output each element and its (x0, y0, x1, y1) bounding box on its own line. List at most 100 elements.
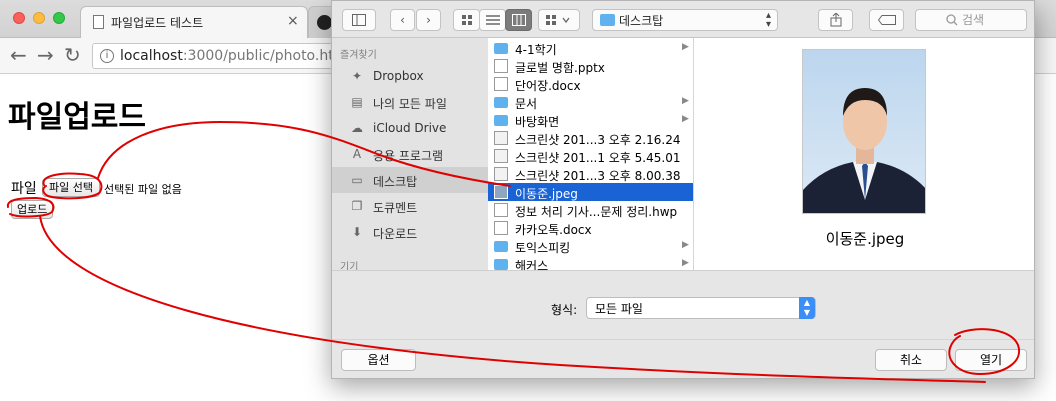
file-name: 단어장.docx (515, 79, 581, 93)
tag-icon (877, 15, 896, 25)
tab-close-icon[interactable]: × (287, 13, 299, 29)
list-item[interactable]: 스크린샷 201...3 오후 8.00.38 (488, 165, 693, 183)
download-icon: ⬇ (351, 225, 363, 239)
updown-arrow-icon: ▴ ▾ (765, 10, 771, 30)
location-popup[interactable]: 데스크탑 ▴ ▾ (592, 9, 778, 31)
format-select[interactable]: 모든 파일 ▲ ▼ (586, 297, 816, 319)
open-button[interactable]: 열기 (955, 349, 1027, 371)
list-item[interactable]: 스크린샷 201...3 오후 2.16.24 (488, 129, 693, 147)
choose-file-button[interactable]: 파일 선택 (42, 178, 100, 197)
dialog-bottom-bar: 형식: 모든 파일 ▲ ▼ 옵션 취소 열기 (332, 270, 1034, 378)
sidebar-item-label: 도큐멘트 (373, 201, 418, 215)
url-host: localhost (120, 48, 183, 64)
grid-icon (461, 15, 472, 25)
disclosure-arrow-icon: ▶ (682, 258, 689, 268)
disclosure-arrow-icon: ▶ (682, 42, 689, 52)
photo-preview (802, 49, 926, 214)
file-label: 파일 (11, 181, 37, 197)
minimize-window-button[interactable] (33, 12, 45, 24)
file-open-dialog: ‹ › 데스크탑 ▴ ▾ 검색 즐겨찾기 ✦ Dropbox ▤ 나의 모든 파… (331, 0, 1035, 379)
folder-icon (494, 241, 508, 252)
preview-pane: 이동준.jpeg (694, 38, 1034, 270)
sidebar-item-label: 응용 프로그램 (373, 149, 444, 163)
sidebar-item-downloads[interactable]: ⬇ 다운로드 (332, 219, 488, 245)
document-icon (494, 77, 508, 91)
dialog-sidebar: 즐겨찾기 ✦ Dropbox ▤ 나의 모든 파일 ☁ iCloud Drive… (332, 38, 488, 273)
back-button[interactable]: ← (10, 44, 27, 66)
list-view-button[interactable] (479, 9, 506, 31)
sidebar-item-documents[interactable]: ❐ 도큐멘트 (332, 193, 488, 219)
screen: 파일업로드 테스트 × ← → ↻ i localhost:3000/publi… (0, 0, 1056, 401)
forward-button[interactable]: → (37, 44, 54, 66)
back-nav-button[interactable]: ‹ (390, 9, 415, 31)
list-item[interactable]: 바탕화면 ▶ (488, 111, 693, 129)
list-item[interactable]: 글로벌 명함.pptx (488, 57, 693, 75)
column-view-button[interactable] (505, 9, 532, 31)
folder-icon (494, 259, 508, 270)
file-name: 카카오톡.docx (515, 223, 592, 237)
file-name: 4-1학기 (515, 43, 557, 57)
zoom-window-button[interactable] (53, 12, 65, 24)
file-name: 문서 (515, 97, 538, 111)
search-field[interactable]: 검색 (915, 9, 1027, 31)
icon-view-button[interactable] (453, 9, 480, 31)
list-item[interactable]: 단어장.docx (488, 75, 693, 93)
browser-tab-active[interactable]: 파일업로드 테스트 × (80, 6, 308, 38)
address-bar[interactable]: i localhost:3000/public/photo.html (92, 43, 342, 69)
forward-nav-button[interactable]: › (416, 9, 441, 31)
dialog-toolbar: ‹ › 데스크탑 ▴ ▾ 검색 (332, 1, 1034, 38)
sidebar-item-applications[interactable]: A 응용 프로그램 (332, 141, 488, 167)
cancel-button[interactable]: 취소 (875, 349, 947, 371)
search-placeholder: 검색 (962, 13, 985, 27)
list-item[interactable]: 정보 처리 기사...문제 정리.hwp (488, 201, 693, 219)
list-item-selected[interactable]: 이동준.jpeg (488, 183, 693, 201)
sidebar-icon (352, 14, 366, 26)
github-icon (317, 15, 332, 30)
sidebar-item-all-files[interactable]: ▤ 나의 모든 파일 (332, 89, 488, 115)
file-name: 이동준.jpeg (515, 187, 578, 201)
format-value: 모든 파일 (595, 302, 643, 316)
all-files-icon: ▤ (351, 95, 363, 109)
list-item[interactable]: 문서 ▶ (488, 93, 693, 111)
arrange-icon (546, 15, 570, 25)
reload-button[interactable]: ↻ (64, 44, 81, 66)
format-label: 형식: (551, 303, 578, 317)
photo-thumbnail-icon (494, 185, 508, 199)
folder-icon (494, 115, 508, 126)
cloud-icon: ☁ (351, 121, 363, 135)
list-item[interactable]: 카카오톡.docx (488, 219, 693, 237)
screenshot-icon (494, 131, 508, 145)
share-icon (830, 12, 841, 27)
desktop-icon: ▭ (351, 173, 363, 187)
tab-title: 파일업로드 테스트 (111, 16, 204, 30)
list-item[interactable]: 4-1학기 ▶ (488, 39, 693, 57)
arrange-button[interactable] (538, 9, 580, 31)
list-item[interactable]: 토익스피킹 ▶ (488, 237, 693, 255)
document-icon (494, 221, 508, 235)
preview-filename: 이동준.jpeg (825, 230, 905, 248)
sidebar-item-desktop[interactable]: ▭ 데스크탑 (332, 167, 488, 193)
info-icon[interactable]: i (100, 49, 114, 63)
sidebar-item-icloud[interactable]: ☁ iCloud Drive (332, 115, 488, 141)
url-text: localhost:3000/public/photo.html (120, 48, 341, 64)
folder-icon (494, 43, 508, 54)
divider (332, 339, 1034, 340)
disclosure-arrow-icon: ▶ (682, 96, 689, 106)
applications-icon: A (352, 147, 362, 161)
sidebar-item-label: 다운로드 (373, 227, 418, 241)
sidebar-item-label: 나의 모든 파일 (373, 97, 447, 111)
upload-button[interactable]: 업로드 (11, 200, 54, 219)
share-button[interactable] (818, 9, 853, 31)
document-icon (494, 59, 508, 73)
list-icon (485, 15, 500, 25)
close-window-button[interactable] (13, 12, 25, 24)
sidebar-toggle-button[interactable] (342, 9, 376, 31)
file-name: 토익스피킹 (515, 241, 571, 255)
options-button[interactable]: 옵션 (341, 349, 416, 371)
list-item[interactable]: 스크린샷 201...1 오후 5.45.01 (488, 147, 693, 165)
sidebar-item-dropbox[interactable]: ✦ Dropbox (332, 63, 488, 89)
sidebar-item-label: 데스크탑 (373, 175, 418, 189)
sidebar-item-label: Dropbox (373, 69, 424, 83)
tag-button[interactable] (869, 9, 904, 31)
favorites-header: 즐겨찾기 (340, 50, 377, 61)
